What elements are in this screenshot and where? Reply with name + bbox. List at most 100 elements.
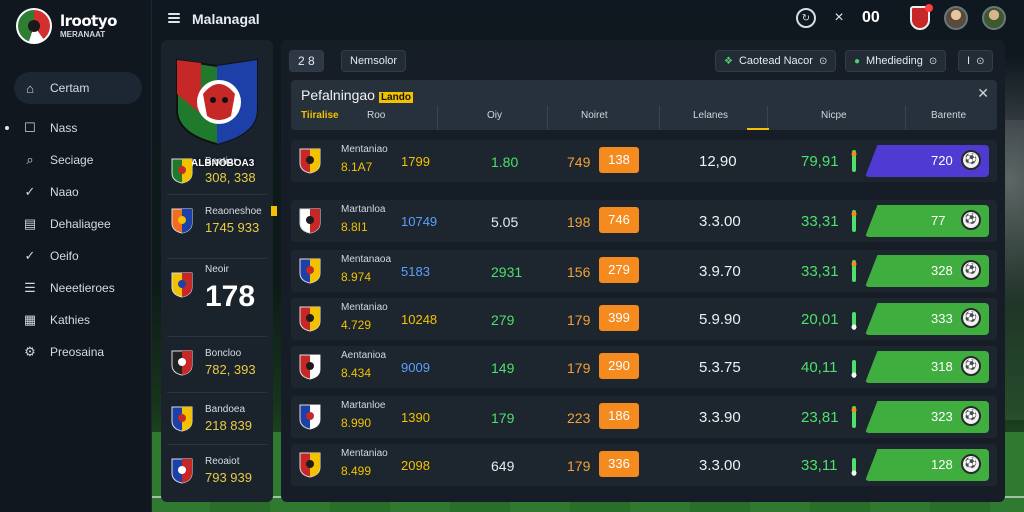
settings-icon: ⊙ (928, 55, 938, 67)
menu-icon[interactable] (168, 13, 180, 23)
club-crest-icon (176, 58, 258, 146)
odds-button[interactable]: 279 (599, 257, 639, 283)
stat-value: 5183 (401, 264, 430, 279)
ball-icon[interactable]: ⚽ (961, 150, 981, 170)
stat-value: 1799 (401, 154, 430, 169)
top-score: 00 (862, 9, 880, 26)
team-crest-icon (299, 306, 321, 332)
stat-value: 5.05 (491, 214, 519, 230)
odds-button[interactable]: 399 (599, 305, 639, 331)
column-header[interactable]: Tiiralise (301, 110, 339, 121)
matching-chip-label: Mhedieding (866, 55, 923, 67)
odds-button[interactable]: 746 (599, 207, 639, 233)
team-score: 178 (205, 280, 256, 313)
score-chip[interactable]: 2 8 (289, 50, 324, 72)
table-row[interactable]: Mentaniao 8.1A7 1799 1.80 749 138 12,90 79,91 72… (291, 140, 997, 182)
notification-shield-icon[interactable] (910, 4, 933, 30)
team-score: 218 839 (205, 418, 252, 433)
avatar-secondary[interactable] (982, 6, 1006, 30)
table-row[interactable]: Mentaniao 4.729 10248 279 179 399 5.9.90 20,01 3… (291, 298, 997, 340)
team-card[interactable]: Reaoneshoe 1745 933 (167, 198, 267, 244)
ball-icon[interactable]: ⚽ (961, 356, 981, 376)
name-chip[interactable]: Nemsolor (341, 50, 407, 72)
home-icon: ⌂ (26, 80, 34, 96)
divider (167, 258, 267, 259)
table-title-badge: Lando (378, 92, 413, 103)
sidebar-item-label: Oeifo (50, 249, 79, 263)
close-icon[interactable]: × (830, 9, 848, 27)
stat-value: 5.3.75 (699, 359, 741, 376)
stat-value: 2098 (401, 458, 430, 473)
stat-value: 1.80 (491, 154, 519, 170)
stat-value: 33,31 (801, 213, 839, 230)
matching-chip[interactable]: ● Mhedieding ⊙ (845, 50, 947, 72)
team-score: 793 939 (205, 470, 252, 485)
stat-value: 2931 (491, 264, 523, 280)
status-icon: ● (854, 55, 861, 67)
ball-icon[interactable]: ⚽ (961, 210, 981, 230)
team-card[interactable]: Beotior 308, 338 (167, 148, 267, 194)
sidebar-item-4[interactable]: ▤ Dehaliagee (14, 208, 142, 240)
team-card[interactable]: Reoaiot 793 939 (167, 448, 267, 494)
team-crest-icon (299, 148, 321, 174)
selection-marker (271, 206, 277, 216)
sidebar-item-label: Nass (50, 121, 78, 135)
column-header[interactable]: Barente (931, 110, 966, 121)
team-score: 308, 338 (205, 170, 256, 185)
brand[interactable]: lrootyo MERANAAT (16, 8, 117, 44)
stat-value: 23,81 (801, 409, 839, 426)
square-icon: ☐ (24, 120, 36, 135)
team-crest-icon (299, 354, 321, 380)
team-crest-icon (171, 272, 193, 298)
column-header[interactable]: Lelanes (693, 110, 728, 121)
stat-value: 198 (567, 214, 591, 230)
sidebar-item-7[interactable]: ▦ Kathies (14, 304, 142, 336)
ball-icon[interactable]: ⚽ (961, 308, 981, 328)
column-header[interactable]: Noiret (581, 110, 608, 121)
stat-value: 149 (491, 360, 515, 376)
sidebar-item-3[interactable]: ✓ Naao (14, 176, 142, 208)
top-bar: Malanagal ↻ × 00 (152, 0, 1024, 40)
sidebar-item-1[interactable]: ☐ Nass (5, 112, 142, 144)
odds-button[interactable]: 138 (599, 147, 639, 173)
close-icon[interactable]: ✕ (977, 85, 989, 102)
team-card[interactable]: Boncloo 782, 393 (167, 340, 267, 386)
trend-up-icon (851, 406, 857, 428)
sidebar-item-6[interactable]: ☰ Neeetieroes (14, 272, 142, 304)
table-row[interactable]: Martanloa 8.8I1 10749 5.05 198 746 3.3.00 33,31… (291, 200, 997, 242)
match-name: Mentaniao (341, 144, 388, 155)
sidebar-item-5[interactable]: ✓ Oeifo (14, 240, 142, 272)
stat-value: 749 (567, 154, 591, 170)
divider (167, 194, 267, 195)
brand-name: lrootyo (60, 11, 117, 30)
page-chip[interactable]: I ⊙ (958, 50, 994, 72)
table-row[interactable]: Martanloe 8.990 1390 179 223 186 3.3.90 23,81 32… (291, 396, 997, 438)
ball-icon[interactable]: ⚽ (961, 406, 981, 426)
match-name: Martanloe (341, 400, 386, 411)
stat-value: 5.9.90 (699, 311, 741, 328)
table-title: Pefalningao Lando (301, 87, 413, 103)
contest-chip[interactable]: ❖ Caotead Nacor ⊙ (715, 50, 837, 72)
team-crest-icon (299, 452, 321, 478)
team-card[interactable]: Bandoea 218 839 (167, 396, 267, 442)
ball-icon[interactable]: ⚽ (961, 454, 981, 474)
stat-value: 279 (491, 312, 515, 328)
column-header[interactable]: Nicpe (821, 110, 847, 121)
column-header[interactable]: Oiy (487, 110, 502, 121)
sidebar-item-0[interactable]: ⌂ Certam (14, 72, 142, 104)
table-row[interactable]: Aentanioa 8.434 9009 149 179 290 5.3.75 40,11 31… (291, 346, 997, 388)
refresh-icon[interactable]: ↻ (796, 8, 816, 28)
ball-icon[interactable]: ⚽ (961, 260, 981, 280)
odds-button[interactable]: 290 (599, 353, 639, 379)
odds-button[interactable]: 336 (599, 451, 639, 477)
avatar[interactable] (944, 6, 968, 30)
column-header[interactable]: Roo (367, 110, 385, 121)
team-card[interactable]: Neoir 178 (167, 262, 267, 313)
odds-button[interactable]: 186 (599, 403, 639, 429)
match-score: 4.729 (341, 318, 372, 332)
table-row[interactable]: Mentaniao 8.499 2098 649 179 336 3.3.00 33,11 12… (291, 444, 997, 486)
table-row[interactable]: Mentanaoa 8.974 5183 2931 156 279 3.9.70 33,31 3… (291, 250, 997, 292)
sidebar-item-8[interactable]: ⚙ Preosaina (14, 336, 142, 368)
sidebar-item-2[interactable]: ⌕ Seciage (14, 144, 142, 176)
stat-value: 10248 (401, 312, 438, 327)
